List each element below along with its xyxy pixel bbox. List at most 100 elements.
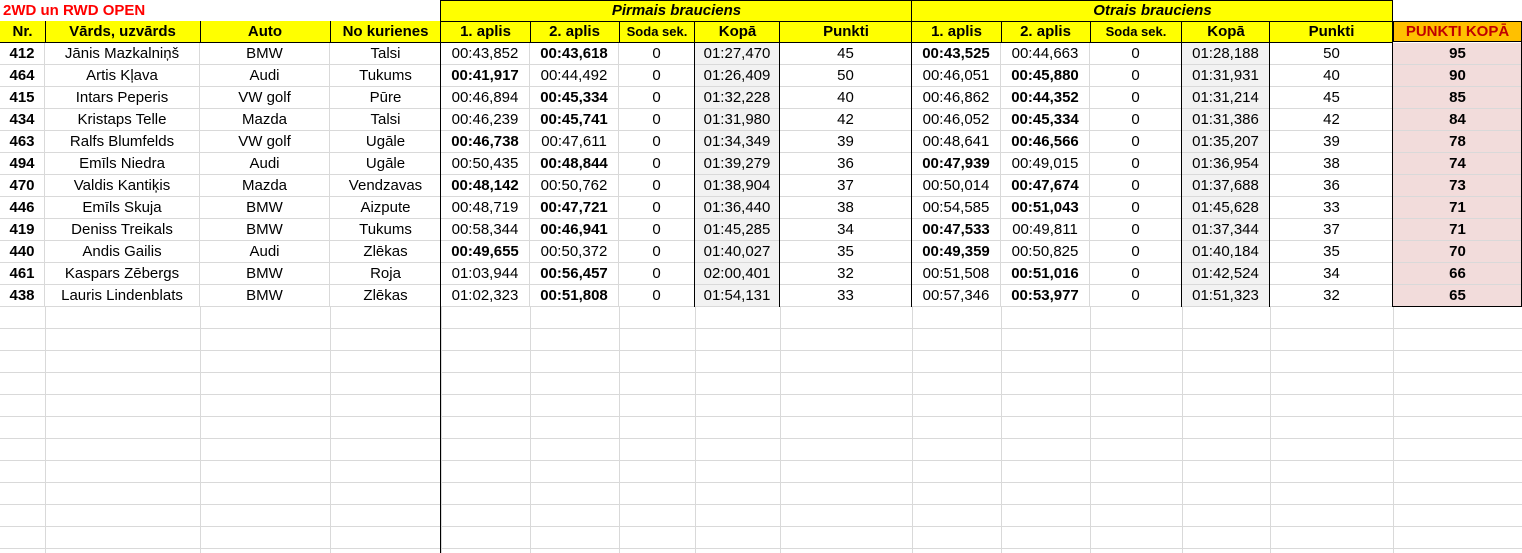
col-header-points-run2[interactable]: Punkti <box>1270 21 1393 42</box>
table-cell[interactable]: 00:43,618 <box>530 43 619 65</box>
table-cell[interactable]: 00:57,346 <box>912 285 1001 307</box>
col-header-total-points[interactable]: PUNKTI KOPĀ <box>1393 21 1522 42</box>
table-cell[interactable]: 434 <box>0 109 45 131</box>
table-cell[interactable]: 70 <box>1393 241 1522 263</box>
table-cell[interactable]: 00:46,051 <box>912 65 1001 87</box>
table-cell[interactable]: 0 <box>1090 263 1182 285</box>
table-cell[interactable]: 438 <box>0 285 45 307</box>
table-cell[interactable]: 0 <box>619 87 695 109</box>
table-cell[interactable]: 01:38,904 <box>695 175 780 197</box>
table-cell[interactable]: 40 <box>1270 65 1393 87</box>
table-cell[interactable]: 0 <box>1090 109 1182 131</box>
table-cell[interactable]: 01:36,440 <box>695 197 780 219</box>
table-cell[interactable]: Ralfs Blumfelds <box>45 131 200 153</box>
table-cell[interactable]: 38 <box>1270 153 1393 175</box>
table-cell[interactable]: 0 <box>1090 241 1182 263</box>
table-cell[interactable]: 00:43,525 <box>912 43 1001 65</box>
col-header-auto[interactable]: Auto <box>200 21 330 42</box>
table-cell[interactable]: 01:37,688 <box>1182 175 1270 197</box>
table-cell[interactable]: 85 <box>1393 87 1522 109</box>
group-header-second-run[interactable]: Otrais brauciens <box>912 0 1393 21</box>
table-cell[interactable]: 494 <box>0 153 45 175</box>
table-cell[interactable]: 0 <box>1090 87 1182 109</box>
table-cell[interactable]: 461 <box>0 263 45 285</box>
table-cell[interactable]: 01:02,323 <box>441 285 530 307</box>
table-cell[interactable]: 32 <box>780 263 912 285</box>
table-cell[interactable]: 0 <box>619 109 695 131</box>
table-cell[interactable]: 74 <box>1393 153 1522 175</box>
col-header-origin[interactable]: No kurienes <box>330 21 441 42</box>
table-cell[interactable]: Emīls Skuja <box>45 197 200 219</box>
table-cell[interactable]: 37 <box>1270 219 1393 241</box>
table-cell[interactable]: 34 <box>1270 263 1393 285</box>
table-cell[interactable]: Vendzavas <box>330 175 441 197</box>
table-cell[interactable]: 50 <box>780 65 912 87</box>
table-cell[interactable]: Kristaps Telle <box>45 109 200 131</box>
table-cell[interactable]: 00:49,811 <box>1001 219 1090 241</box>
table-cell[interactable]: 00:56,457 <box>530 263 619 285</box>
table-cell[interactable]: 42 <box>1270 109 1393 131</box>
table-cell[interactable]: BMW <box>200 197 330 219</box>
table-cell[interactable]: 0 <box>1090 43 1182 65</box>
table-cell[interactable]: 00:47,721 <box>530 197 619 219</box>
table-cell[interactable]: 0 <box>1090 285 1182 307</box>
table-cell[interactable]: 412 <box>0 43 45 65</box>
table-cell[interactable]: 00:51,016 <box>1001 263 1090 285</box>
table-cell[interactable]: 00:47,611 <box>530 131 619 153</box>
table-cell[interactable]: Zlēkas <box>330 285 441 307</box>
table-cell[interactable]: 464 <box>0 65 45 87</box>
table-cell[interactable]: 0 <box>619 43 695 65</box>
col-header-lap2-run2[interactable]: 2. aplis <box>1001 21 1090 42</box>
table-cell[interactable]: 00:46,738 <box>441 131 530 153</box>
table-cell[interactable]: 00:48,142 <box>441 175 530 197</box>
col-header-total-run1[interactable]: Kopā <box>695 21 780 42</box>
table-cell[interactable]: Aizpute <box>330 197 441 219</box>
table-cell[interactable]: 0 <box>619 65 695 87</box>
table-cell[interactable]: Mazda <box>200 175 330 197</box>
table-cell[interactable]: 00:58,344 <box>441 219 530 241</box>
table-cell[interactable]: 01:54,131 <box>695 285 780 307</box>
table-cell[interactable]: 00:50,014 <box>912 175 1001 197</box>
table-cell[interactable]: 00:49,015 <box>1001 153 1090 175</box>
table-cell[interactable]: 02:00,401 <box>695 263 780 285</box>
table-cell[interactable]: Roja <box>330 263 441 285</box>
table-cell[interactable]: 00:49,359 <box>912 241 1001 263</box>
table-cell[interactable]: 00:44,492 <box>530 65 619 87</box>
table-cell[interactable]: 0 <box>619 197 695 219</box>
table-cell[interactable]: 01:31,386 <box>1182 109 1270 131</box>
table-cell[interactable]: Audi <box>200 241 330 263</box>
table-cell[interactable]: 01:31,980 <box>695 109 780 131</box>
table-cell[interactable]: 00:47,939 <box>912 153 1001 175</box>
table-cell[interactable]: 00:46,566 <box>1001 131 1090 153</box>
table-cell[interactable]: Lauris Lindenblats <box>45 285 200 307</box>
table-cell[interactable]: 95 <box>1393 43 1522 65</box>
table-cell[interactable]: 00:48,844 <box>530 153 619 175</box>
col-header-lap2-run1[interactable]: 2. aplis <box>530 21 619 42</box>
table-cell[interactable]: 00:48,719 <box>441 197 530 219</box>
table-cell[interactable]: BMW <box>200 285 330 307</box>
table-cell[interactable]: 0 <box>1090 175 1182 197</box>
table-cell[interactable]: 00:46,052 <box>912 109 1001 131</box>
table-cell[interactable]: Audi <box>200 153 330 175</box>
table-cell[interactable]: 78 <box>1393 131 1522 153</box>
table-cell[interactable]: 0 <box>619 263 695 285</box>
table-cell[interactable]: 446 <box>0 197 45 219</box>
table-cell[interactable]: 71 <box>1393 219 1522 241</box>
table-cell[interactable]: 34 <box>780 219 912 241</box>
table-cell[interactable]: 00:45,880 <box>1001 65 1090 87</box>
table-cell[interactable]: 00:45,741 <box>530 109 619 131</box>
table-cell[interactable]: VW golf <box>200 87 330 109</box>
table-cell[interactable]: 00:47,533 <box>912 219 1001 241</box>
group-header-first-run[interactable]: Pirmais brauciens <box>441 0 912 21</box>
table-cell[interactable]: 00:44,663 <box>1001 43 1090 65</box>
table-cell[interactable]: 01:31,214 <box>1182 87 1270 109</box>
table-cell[interactable]: 32 <box>1270 285 1393 307</box>
table-cell[interactable]: BMW <box>200 219 330 241</box>
table-cell[interactable]: 01:32,228 <box>695 87 780 109</box>
table-cell[interactable]: 0 <box>1090 65 1182 87</box>
table-cell[interactable]: 01:37,344 <box>1182 219 1270 241</box>
table-cell[interactable]: Tukums <box>330 219 441 241</box>
table-cell[interactable]: 0 <box>1090 219 1182 241</box>
table-cell[interactable]: Jānis Mazkalniņš <box>45 43 200 65</box>
table-cell[interactable]: 00:46,894 <box>441 87 530 109</box>
